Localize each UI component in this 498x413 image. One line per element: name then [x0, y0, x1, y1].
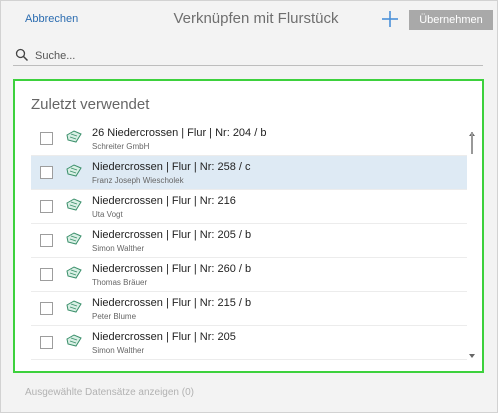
item-title: Niedercrossen | Flur | Nr: 205 — [92, 331, 236, 343]
list-item[interactable]: 26 Niedercrossen | Flur | Nr: 204 / b Sc… — [31, 122, 467, 156]
item-subtitle: Schreiter GmbH — [92, 142, 150, 151]
parcel-icon — [65, 334, 83, 348]
item-subtitle: Peter Blume — [92, 312, 137, 321]
item-subtitle: Franz Joseph Wiescholek — [92, 176, 184, 185]
apply-button[interactable]: Übernehmen — [409, 10, 493, 30]
item-checkbox[interactable] — [40, 234, 53, 247]
scroll-down-arrow-icon[interactable] — [468, 346, 476, 358]
parcel-icon — [65, 300, 83, 314]
plus-icon[interactable] — [379, 8, 401, 30]
parcel-icon — [65, 232, 83, 246]
item-checkbox[interactable] — [40, 166, 53, 179]
recent-list: 26 Niedercrossen | Flur | Nr: 204 / b Sc… — [31, 122, 467, 362]
item-checkbox[interactable] — [40, 302, 53, 315]
item-title: Niedercrossen | Flur | Nr: 216 — [92, 195, 236, 207]
parcel-icon — [65, 266, 83, 280]
show-selected-link[interactable]: Ausgewählte Datensätze anzeigen (0) — [25, 387, 194, 398]
item-title: Niedercrossen | Flur | Nr: 205 / b — [92, 229, 252, 241]
item-title: Niedercrossen | Flur | Nr: 258 / c — [92, 161, 251, 173]
list-item[interactable]: Niedercrossen | Flur | Nr: 216 Uta Vogt — [31, 190, 467, 224]
dialog-title: Verknüpfen mit Flurstück — [173, 10, 339, 27]
list-item[interactable]: Niedercrossen | Flur | Nr: 205 Simon Wal… — [31, 326, 467, 360]
scroll-thumb[interactable] — [471, 132, 473, 154]
search-icon — [15, 48, 29, 62]
dialog-header: Abbrechen Verknüpfen mit Flurstück Übern… — [1, 1, 497, 39]
item-subtitle: Simon Walther — [92, 346, 145, 355]
item-title: Niedercrossen | Flur | Nr: 215 / b — [92, 297, 252, 309]
parcel-icon — [65, 198, 83, 212]
item-checkbox[interactable] — [40, 200, 53, 213]
item-subtitle: Thomas Bräuer — [92, 278, 148, 287]
item-subtitle: Uta Vogt — [92, 210, 123, 219]
parcel-icon — [65, 164, 83, 178]
scroll-up-arrow-icon[interactable] — [468, 124, 476, 136]
parcel-icon — [65, 130, 83, 144]
search-input[interactable] — [35, 47, 475, 64]
item-subtitle: Simon Walther — [92, 244, 145, 253]
recent-title: Zuletzt verwendet — [31, 96, 150, 113]
recent-panel: Zuletzt verwendet 26 Niedercrossen | Flu… — [13, 79, 484, 373]
item-title: Niedercrossen | Flur | Nr: 260 / b — [92, 263, 252, 275]
scrollbar[interactable] — [468, 124, 476, 358]
search-bar — [13, 47, 483, 66]
item-checkbox[interactable] — [40, 336, 53, 349]
list-item[interactable]: Niedercrossen | Flur | Nr: 215 / b Peter… — [31, 292, 467, 326]
item-checkbox[interactable] — [40, 268, 53, 281]
list-item[interactable]: Niedercrossen | Flur | Nr: 258 / c Franz… — [31, 156, 467, 190]
list-item[interactable]: Niedercrossen | Flur | Nr: 205 / b Simon… — [31, 224, 467, 258]
link-parcel-dialog: Abbrechen Verknüpfen mit Flurstück Übern… — [0, 0, 498, 413]
list-item[interactable]: Niedercrossen | Flur | Nr: 260 / b Thoma… — [31, 258, 467, 292]
cancel-button[interactable]: Abbrechen — [25, 13, 78, 25]
item-checkbox[interactable] — [40, 132, 53, 145]
item-title: 26 Niedercrossen | Flur | Nr: 204 / b — [92, 127, 267, 139]
